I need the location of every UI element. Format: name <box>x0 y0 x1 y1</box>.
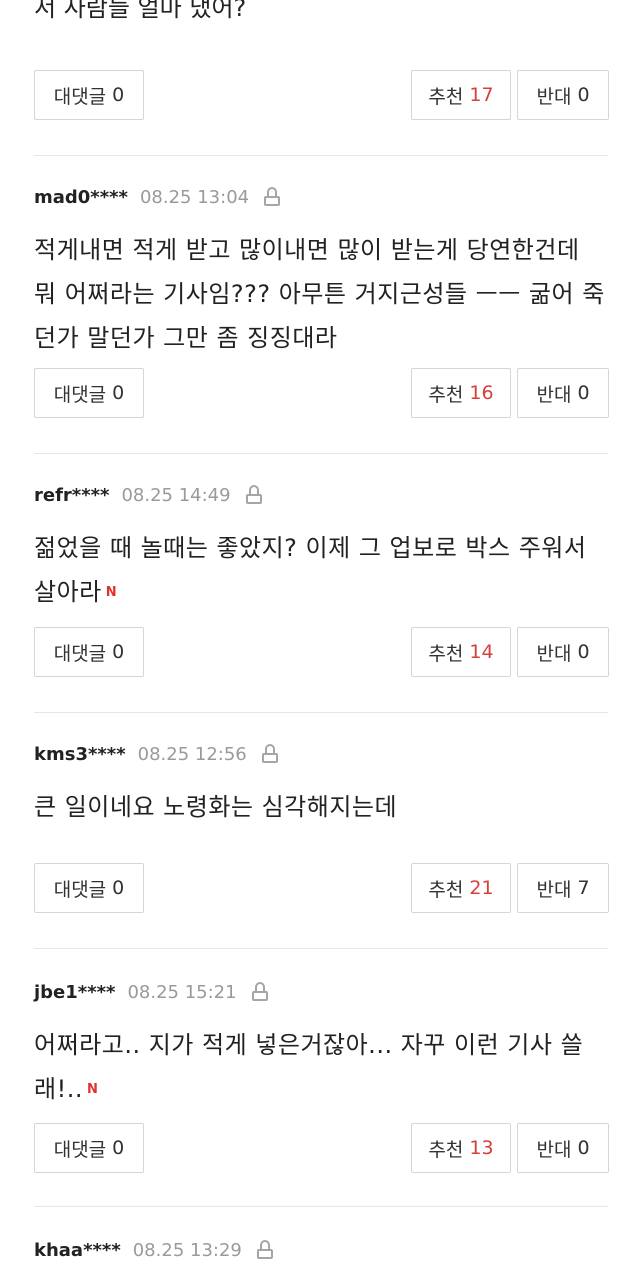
comment-meta: refr**** 08.25 14:49 <box>34 478 608 512</box>
upvote-label: 추천 <box>428 1138 464 1161</box>
lock-icon[interactable] <box>256 1240 274 1260</box>
reply-label: 대댓글 <box>53 1138 107 1161</box>
comment-item: kms3**** 08.25 12:56 큰 일이네요 노령화는 심각해지는데 <box>34 737 608 829</box>
downvote-label: 반대 <box>536 383 572 406</box>
upvote-button[interactable]: 추천 13 <box>411 1123 511 1173</box>
downvote-button[interactable]: 반대 7 <box>517 863 609 913</box>
upvote-count: 14 <box>469 641 494 663</box>
comment-body: 큰 일이네요 노령화는 심각해지는데 <box>34 793 398 821</box>
reply-button[interactable]: 대댓글 0 <box>34 627 144 677</box>
comment-meta: kms3**** 08.25 12:56 <box>34 737 608 771</box>
reply-button[interactable]: 대댓글 0 <box>34 70 144 120</box>
comment-meta: mad0**** 08.25 13:04 <box>34 180 608 214</box>
downvote-count: 0 <box>577 1137 590 1159</box>
reply-label: 대댓글 <box>53 642 107 665</box>
reply-label: 대댓글 <box>53 878 107 901</box>
comment-text: 큰 일이네요 노령화는 심각해지는데 <box>34 785 608 829</box>
reply-label: 대댓글 <box>53 383 107 406</box>
comment-item: refr**** 08.25 14:49 젊었을 때 놀때는 좋았지? 이제 그… <box>34 478 608 615</box>
new-badge: N <box>105 585 118 600</box>
downvote-button[interactable]: 반대 0 <box>517 70 609 120</box>
reply-button[interactable]: 대댓글 0 <box>34 1123 144 1173</box>
comment-username[interactable]: jbe1**** <box>34 982 115 1003</box>
downvote-label: 반대 <box>536 1138 572 1161</box>
downvote-count: 0 <box>577 84 590 106</box>
comment-body: 어쩌라고.. 지가 적게 넣은거잖아... 자꾸 이런 기사 쓸래!.. <box>34 1031 584 1103</box>
upvote-button[interactable]: 추천 21 <box>411 863 511 913</box>
divider <box>34 712 608 713</box>
upvote-count: 21 <box>469 877 494 899</box>
comment-date: 08.25 13:04 <box>139 186 250 208</box>
downvote-label: 반대 <box>536 642 572 665</box>
upvote-label: 추천 <box>428 878 464 901</box>
upvote-button[interactable]: 추천 17 <box>411 70 511 120</box>
downvote-count: 0 <box>577 382 590 404</box>
comment-text: 적게내면 적게 받고 많이내면 많이 받는게 당연한건데 뭐 어쩌라는 기사임?… <box>34 228 608 360</box>
comment-date: 08.25 13:29 <box>132 1239 242 1261</box>
comment-date: 08.25 14:49 <box>121 484 231 506</box>
divider <box>34 1206 608 1207</box>
reply-count: 0 <box>112 1137 125 1159</box>
lock-icon[interactable] <box>245 485 263 505</box>
reply-count: 0 <box>112 877 125 899</box>
upvote-count: 17 <box>469 84 494 106</box>
reply-count: 0 <box>112 641 125 663</box>
comment-text: 젊었을 때 놀때는 좋았지? 이제 그 업보로 박스 주워서 살아라 N <box>34 526 608 615</box>
downvote-count: 7 <box>577 877 590 899</box>
comment-text: 서 사람들 얼마 냈어? <box>34 0 247 22</box>
comment-item: jbe1**** 08.25 15:21 어쩌라고.. 지가 적게 넣은거잖아.… <box>34 975 608 1112</box>
reply-button[interactable]: 대댓글 0 <box>34 368 144 418</box>
reply-button[interactable]: 대댓글 0 <box>34 863 144 913</box>
downvote-button[interactable]: 반대 0 <box>517 1123 609 1173</box>
divider <box>34 453 608 454</box>
comment-date: 08.25 12:56 <box>137 743 247 765</box>
divider <box>34 155 608 156</box>
upvote-button[interactable]: 추천 14 <box>411 627 511 677</box>
comment-meta: khaa**** 08.25 13:29 <box>34 1233 608 1267</box>
divider <box>34 948 608 949</box>
downvote-label: 반대 <box>536 85 572 108</box>
comment-username[interactable]: mad0**** <box>34 187 128 208</box>
reply-count: 0 <box>112 84 125 106</box>
lock-icon[interactable] <box>251 982 269 1002</box>
reply-count: 0 <box>112 382 125 404</box>
downvote-count: 0 <box>577 641 590 663</box>
comment-username[interactable]: khaa**** <box>34 1240 121 1261</box>
upvote-button[interactable]: 추천 16 <box>411 368 511 418</box>
upvote-count: 16 <box>469 382 494 404</box>
upvote-label: 추천 <box>428 642 464 665</box>
upvote-label: 추천 <box>428 383 464 406</box>
upvote-count: 13 <box>469 1137 494 1159</box>
comment-item: mad0**** 08.25 13:04 적게내면 적게 받고 많이내면 많이 … <box>34 180 608 360</box>
new-badge: N <box>86 1082 99 1097</box>
upvote-label: 추천 <box>428 85 464 108</box>
downvote-label: 반대 <box>536 878 572 901</box>
downvote-button[interactable]: 반대 0 <box>517 627 609 677</box>
comment-item: khaa**** 08.25 13:29 <box>34 1233 608 1267</box>
comment-username[interactable]: refr**** <box>34 485 109 506</box>
comment-text: 어쩌라고.. 지가 적게 넣은거잖아... 자꾸 이런 기사 쓸래!.. N <box>34 1023 608 1112</box>
lock-icon[interactable] <box>261 744 279 764</box>
reply-label: 대댓글 <box>53 85 107 108</box>
comment-meta: jbe1**** 08.25 15:21 <box>34 975 608 1009</box>
comment-date: 08.25 15:21 <box>127 981 237 1003</box>
lock-icon[interactable] <box>263 187 281 207</box>
downvote-button[interactable]: 반대 0 <box>517 368 609 418</box>
comment-username[interactable]: kms3**** <box>34 744 126 765</box>
comment-body: 적게내면 적게 받고 많이내면 많이 받는게 당연한건데 뭐 어쩌라는 기사임?… <box>34 236 605 352</box>
